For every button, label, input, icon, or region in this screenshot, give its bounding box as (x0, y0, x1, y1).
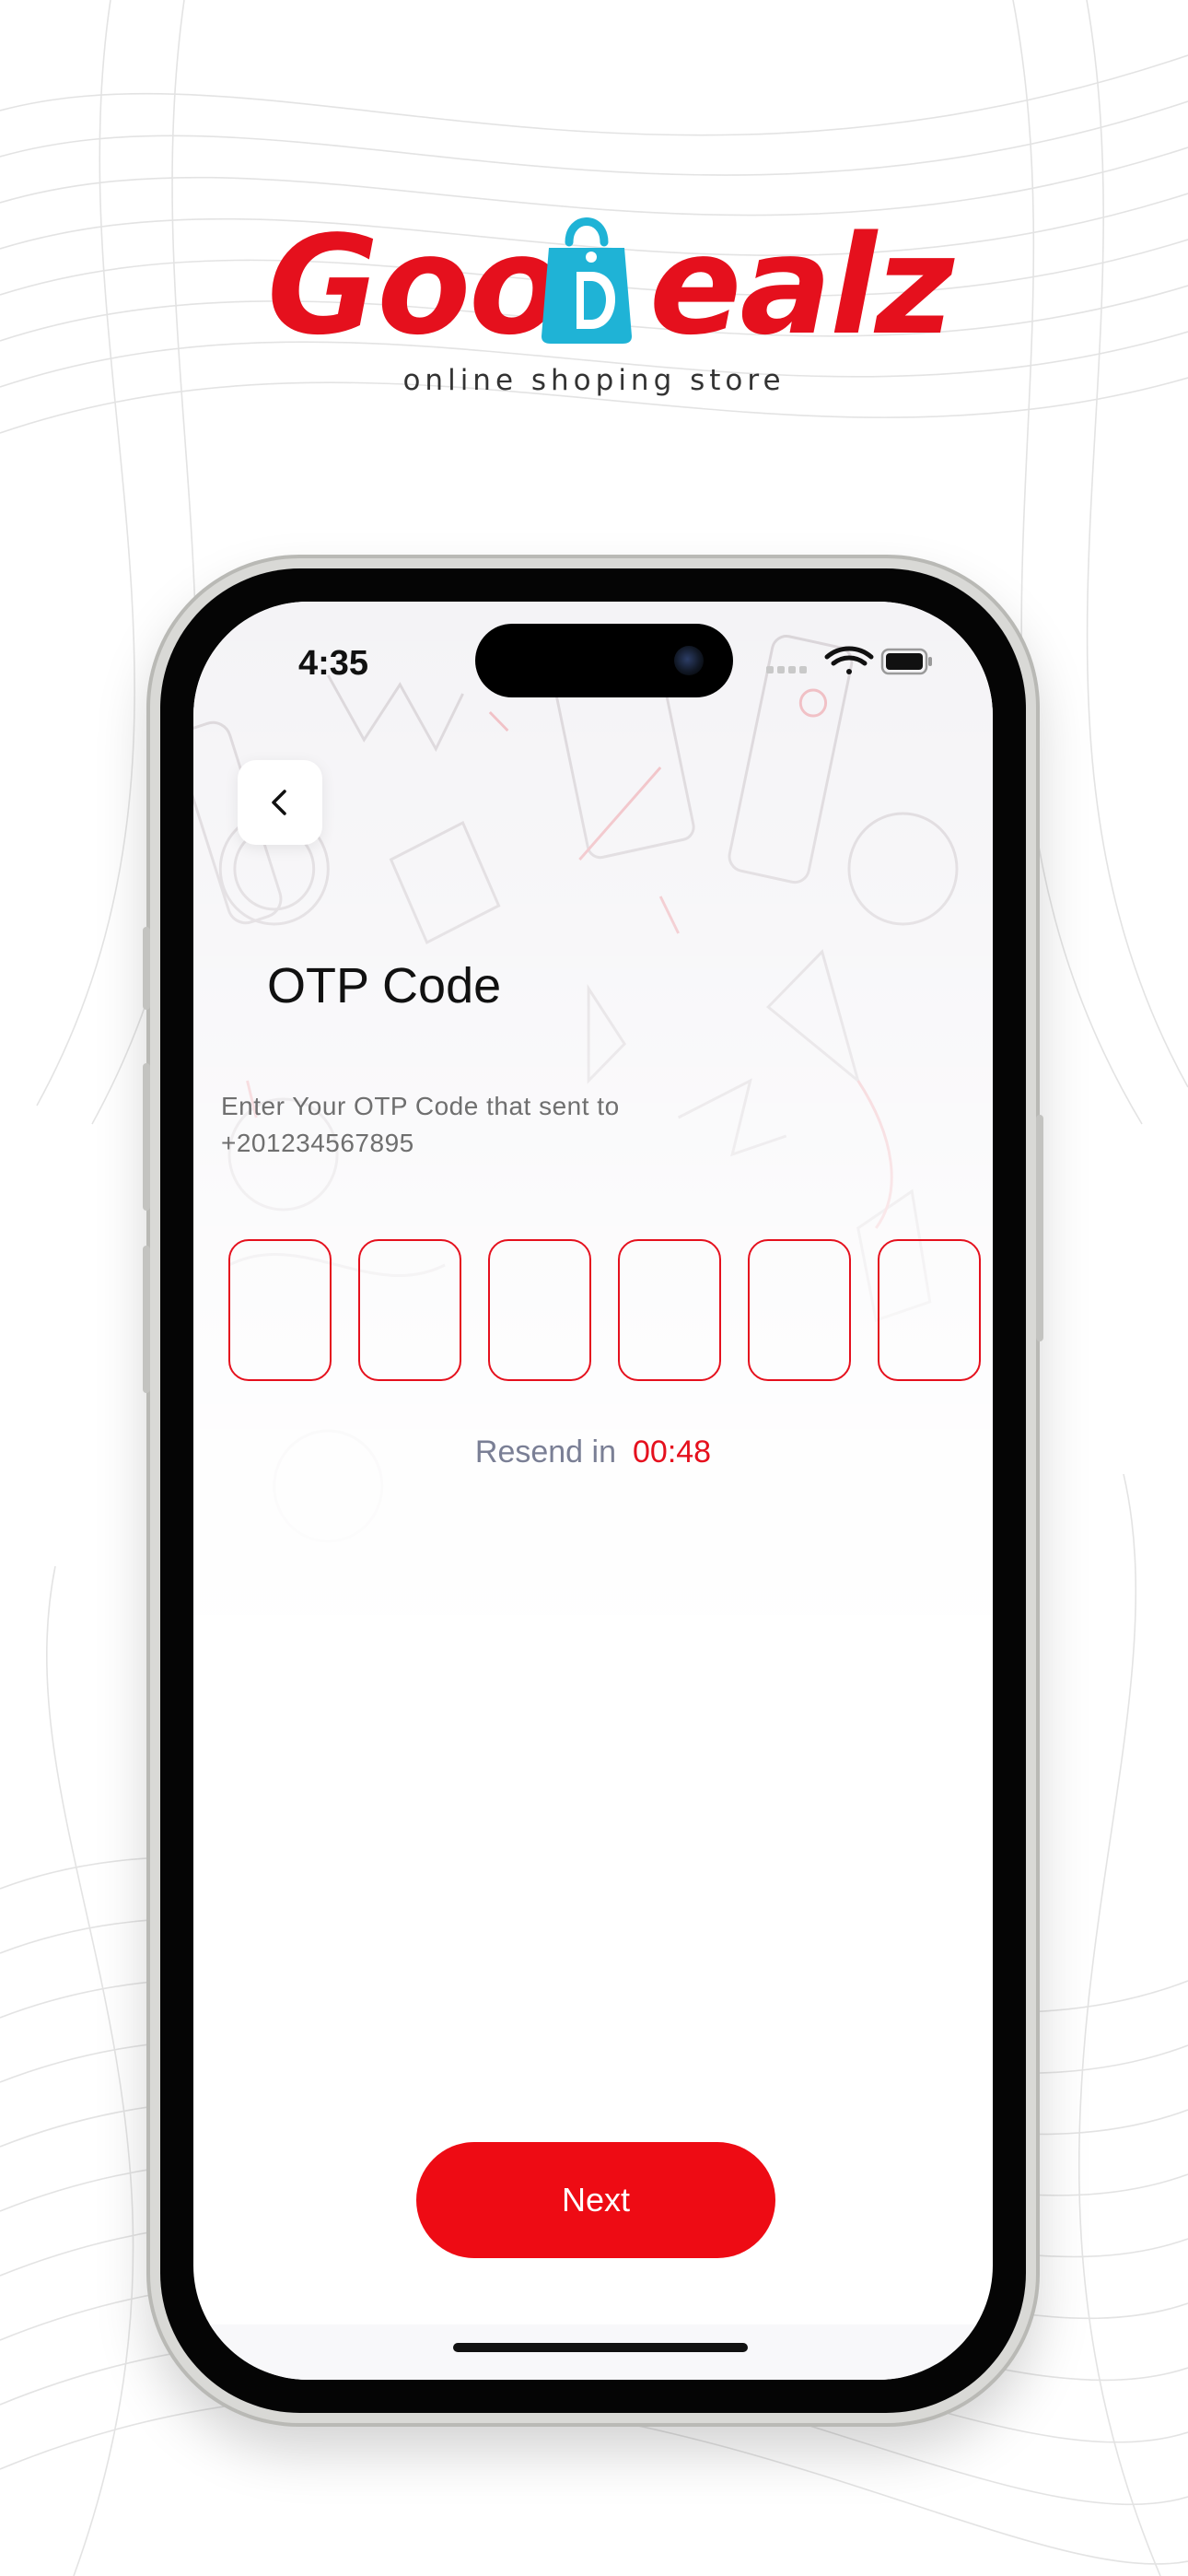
otp-description-line-1: Enter Your OTP Code that sent to (221, 1092, 620, 1120)
shopping-bag-icon (542, 217, 632, 344)
home-indicator[interactable] (453, 2343, 748, 2352)
wifi-icon (824, 646, 874, 674)
logo-text-left: Goo (267, 206, 563, 365)
next-button[interactable]: Next (416, 2142, 775, 2258)
otp-digit-5[interactable] (748, 1239, 851, 1381)
dynamic-island (475, 624, 733, 697)
resend-label[interactable]: Resend in (475, 1434, 616, 1469)
front-camera-icon (674, 646, 704, 675)
status-time: 4:35 (298, 644, 369, 683)
otp-digit-1[interactable] (228, 1239, 332, 1381)
otp-description: Enter Your OTP Code that sent to +201234… (221, 1088, 737, 1162)
phone-bezel: 4:35 OTP Code Enter Your OTP Code that s… (160, 568, 1026, 2413)
chevron-left-icon (272, 790, 286, 815)
goodealz-logo: Goo ealz (267, 198, 954, 355)
otp-digit-4[interactable] (618, 1239, 721, 1381)
status-icons (766, 646, 932, 675)
volume-down-button (143, 1246, 150, 1393)
logo-text-right: ealz (649, 206, 954, 365)
otp-digit-6[interactable] (878, 1239, 981, 1381)
action-button (143, 927, 150, 1010)
page-title: OTP Code (267, 958, 502, 1013)
brand-header: Goo ealz online shoping store (0, 198, 1188, 419)
volume-up-button (143, 1063, 150, 1211)
back-button[interactable] (238, 760, 322, 845)
resend-row: Resend in 00:48 (193, 1434, 993, 1470)
brand-tagline: online shoping store (402, 364, 786, 397)
signal-icon (766, 666, 807, 673)
resend-timer: 00:48 (633, 1434, 712, 1469)
power-button (1036, 1115, 1043, 1341)
app-screen: 4:35 OTP Code Enter Your OTP Code that s… (193, 602, 993, 2380)
otp-digit-2[interactable] (358, 1239, 461, 1381)
battery-icon (880, 648, 932, 675)
otp-input-row (228, 1239, 981, 1381)
phone-mockup: 4:35 OTP Code Enter Your OTP Code that s… (143, 558, 1043, 2423)
otp-phone-number: +201234567895 (221, 1129, 414, 1157)
bottom-area (193, 2324, 993, 2380)
otp-digit-3[interactable] (488, 1239, 591, 1381)
